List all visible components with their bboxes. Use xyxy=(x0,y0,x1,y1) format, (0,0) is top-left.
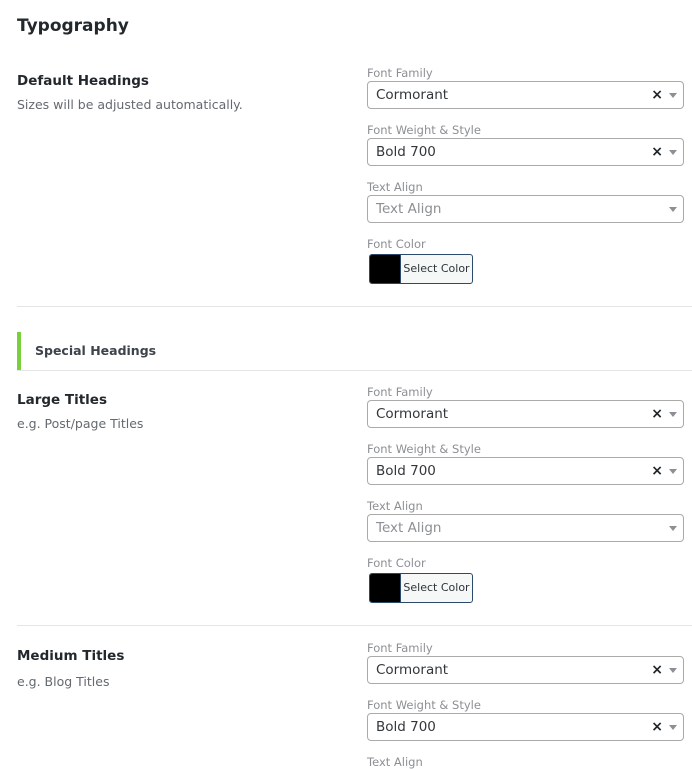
font-family-select[interactable]: Cormorant × xyxy=(367,656,684,684)
font-color-label: Font Color xyxy=(367,556,426,570)
text-align-placeholder: Text Align xyxy=(376,520,442,536)
section-description: Sizes will be adjusted automatically. xyxy=(17,97,243,112)
section-fields: Font Family Cormorant × Font Weight & St… xyxy=(367,641,684,769)
chevron-down-icon xyxy=(669,668,677,673)
section-label: Default Headings Sizes will be adjusted … xyxy=(17,72,347,114)
section-description: e.g. Post/page Titles xyxy=(17,416,144,431)
font-family-value: Cormorant xyxy=(376,406,449,422)
font-weight-select[interactable]: Bold 700 × xyxy=(367,138,684,166)
clear-icon[interactable]: × xyxy=(651,144,663,161)
font-family-label: Font Family xyxy=(367,66,433,80)
color-swatch xyxy=(370,574,401,602)
font-weight-select[interactable]: Bold 700 × xyxy=(367,457,684,485)
text-align-select[interactable]: Text Align xyxy=(367,514,684,542)
font-weight-value: Bold 700 xyxy=(376,463,436,479)
section-fields: Font Family Cormorant × Font Weight & St… xyxy=(367,66,684,284)
clear-icon[interactable]: × xyxy=(651,87,663,104)
select-color-button[interactable]: Select Color xyxy=(401,255,472,283)
divider xyxy=(17,306,692,307)
text-align-label: Text Align xyxy=(367,180,423,194)
text-align-placeholder: Text Align xyxy=(376,201,442,217)
clear-icon[interactable]: × xyxy=(651,662,663,679)
section-description: e.g. Blog Titles xyxy=(17,674,110,689)
clear-icon[interactable]: × xyxy=(651,406,663,423)
color-swatch xyxy=(370,255,401,283)
chevron-down-icon xyxy=(669,526,677,531)
font-family-label: Font Family xyxy=(367,385,433,399)
font-family-label: Font Family xyxy=(367,641,433,655)
font-family-select[interactable]: Cormorant × xyxy=(367,400,684,428)
page-title: Typography xyxy=(17,16,129,36)
clear-icon[interactable]: × xyxy=(651,463,663,480)
text-align-select[interactable]: Text Align xyxy=(367,195,684,223)
chevron-down-icon xyxy=(669,207,677,212)
font-color-picker[interactable]: Select Color xyxy=(369,573,473,603)
chevron-down-icon xyxy=(669,93,677,98)
font-family-value: Cormorant xyxy=(376,87,449,103)
text-align-label: Text Align xyxy=(367,499,423,513)
select-color-button[interactable]: Select Color xyxy=(401,574,472,602)
section-title: Large Titles xyxy=(17,392,107,408)
font-weight-label: Font Weight & Style xyxy=(367,698,481,712)
subsection-special-headings: Special Headings xyxy=(17,332,692,370)
font-weight-label: Font Weight & Style xyxy=(367,123,481,137)
section-label: Large Titles e.g. Post/page Titles xyxy=(17,391,347,433)
chevron-down-icon xyxy=(669,150,677,155)
chevron-down-icon xyxy=(669,412,677,417)
divider xyxy=(17,370,692,371)
font-family-value: Cormorant xyxy=(376,662,449,678)
subsection-title: Special Headings xyxy=(35,343,157,358)
clear-icon[interactable]: × xyxy=(651,719,663,736)
subsection-accent-bar xyxy=(17,332,21,370)
font-weight-value: Bold 700 xyxy=(376,144,436,160)
section-title: Medium Titles xyxy=(17,648,125,664)
font-family-select[interactable]: Cormorant × xyxy=(367,81,684,109)
text-align-label: Text Align xyxy=(367,755,423,769)
font-color-label: Font Color xyxy=(367,237,426,251)
section-fields: Font Family Cormorant × Font Weight & St… xyxy=(367,385,684,603)
section-label: Medium Titles e.g. Blog Titles xyxy=(17,647,347,691)
divider xyxy=(17,625,692,626)
font-color-picker[interactable]: Select Color xyxy=(369,254,473,284)
chevron-down-icon xyxy=(669,469,677,474)
font-weight-select[interactable]: Bold 700 × xyxy=(367,713,684,741)
section-title: Default Headings xyxy=(17,73,149,89)
font-weight-label: Font Weight & Style xyxy=(367,442,481,456)
chevron-down-icon xyxy=(669,725,677,730)
font-weight-value: Bold 700 xyxy=(376,719,436,735)
